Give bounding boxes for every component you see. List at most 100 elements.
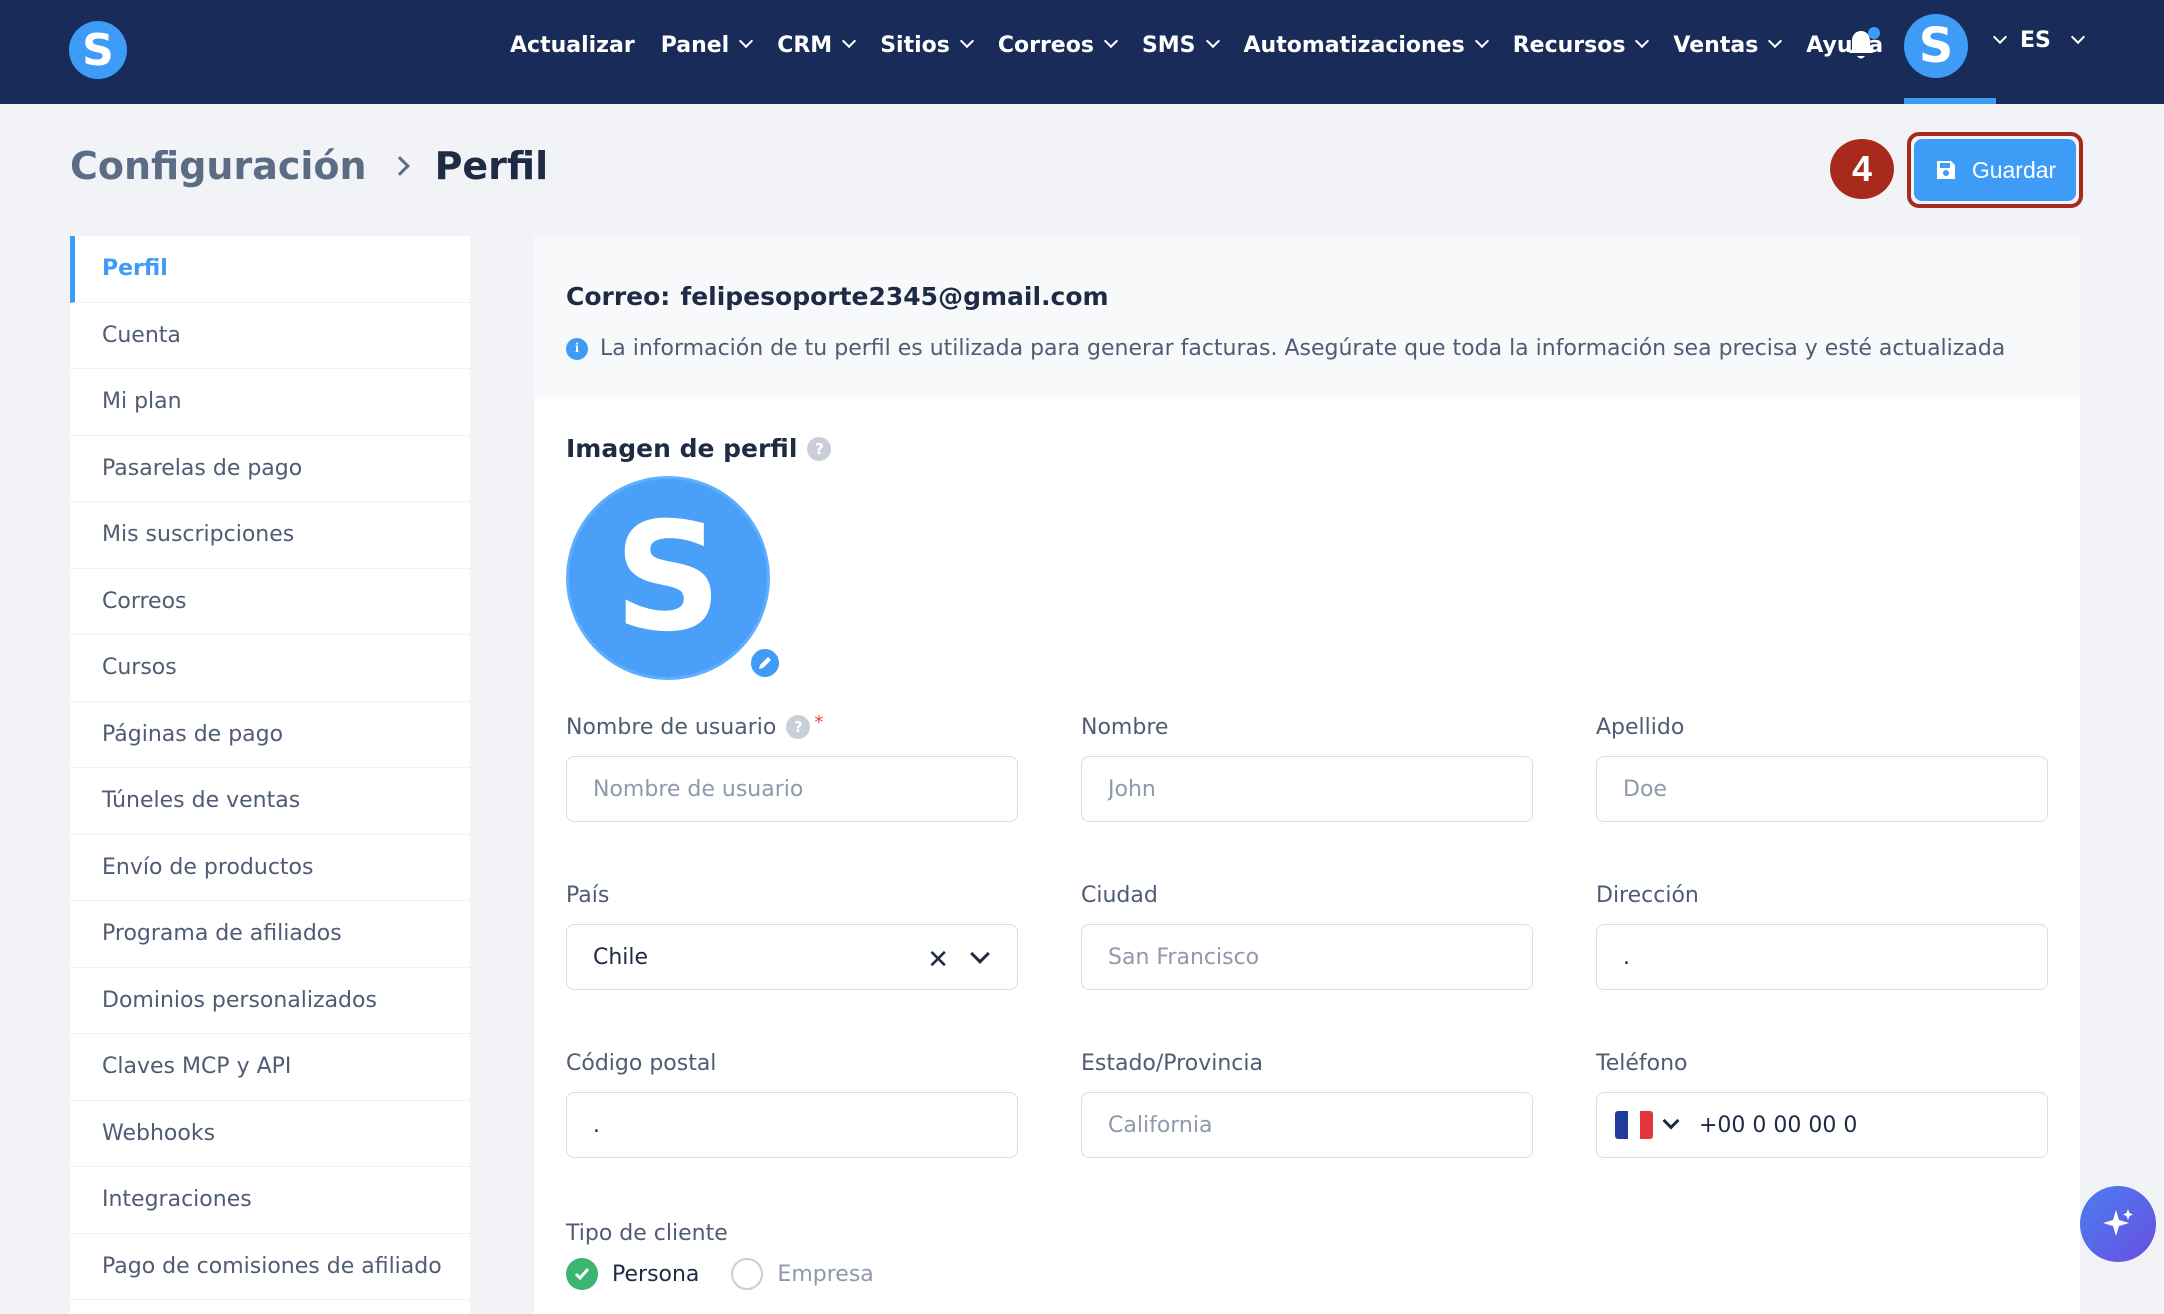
top-navbar: S Actualizar Panel CRM Sitios Correos SM… bbox=[0, 0, 2164, 104]
city-input[interactable] bbox=[1081, 924, 1533, 990]
nav-item-correos[interactable]: Correos bbox=[997, 32, 1119, 58]
chevron-down-icon bbox=[1205, 33, 1220, 49]
step-badge: 4 bbox=[1830, 139, 1894, 199]
email-value: felipesoporte2345@gmail.com bbox=[680, 282, 1109, 311]
nav-item-label: Sitios bbox=[880, 32, 950, 58]
main-nav: Actualizar Panel CRM Sitios Correos SMS … bbox=[510, 0, 1909, 90]
sidebar-item-tuneles-de-ventas[interactable]: Túneles de ventas bbox=[70, 768, 470, 835]
info-text: La información de tu perfil es utilizada… bbox=[600, 336, 2006, 361]
sidebar-item-integraciones[interactable]: Integraciones bbox=[70, 1167, 470, 1234]
app-logo[interactable]: S bbox=[69, 21, 127, 79]
notification-dot bbox=[1868, 27, 1880, 39]
nav-item-label: Ventas bbox=[1673, 32, 1759, 58]
sidebar-item-mi-plan[interactable]: Mi plan bbox=[70, 369, 470, 436]
chevron-down-icon bbox=[959, 33, 974, 49]
nav-item-sitios[interactable]: Sitios bbox=[880, 32, 974, 58]
radio-empresa[interactable]: Empresa bbox=[731, 1258, 874, 1290]
nav-item-label: CRM bbox=[777, 32, 833, 58]
customer-type-options: Persona Empresa bbox=[566, 1258, 906, 1290]
sidebar-item-paginas-de-pago[interactable]: Páginas de pago bbox=[70, 702, 470, 768]
user-avatar[interactable]: S bbox=[1904, 14, 1968, 78]
breadcrumb-parent[interactable]: Configuración bbox=[70, 144, 367, 188]
radio-persona[interactable]: Persona bbox=[566, 1258, 699, 1290]
chevron-down-icon bbox=[1768, 33, 1783, 49]
chevron-down-icon bbox=[842, 33, 857, 49]
username-field-group: Nombre de usuario ? * bbox=[566, 712, 1018, 822]
france-flag-icon[interactable] bbox=[1615, 1111, 1653, 1139]
chevron-down-icon bbox=[1103, 33, 1119, 49]
username-label: Nombre de usuario ? * bbox=[566, 712, 1018, 742]
language-selector[interactable]: ES bbox=[2020, 28, 2085, 53]
first-name-label: Nombre bbox=[1081, 714, 1169, 740]
section-title-text: Imagen de perfil bbox=[566, 434, 798, 463]
info-message: i La información de tu perfil es utiliza… bbox=[566, 336, 2005, 361]
phone-field-group: Teléfono +00 0 00 00 0 bbox=[1596, 1048, 2048, 1158]
sidebar-item-cursos[interactable]: Cursos bbox=[70, 635, 470, 702]
chevron-down-icon[interactable] bbox=[1662, 1112, 1680, 1130]
nav-item-crm[interactable]: CRM bbox=[777, 32, 857, 58]
country-field-group: País Chile ✕ bbox=[566, 880, 1018, 990]
edit-pencil-icon[interactable] bbox=[748, 646, 782, 680]
nav-item-label: SMS bbox=[1141, 32, 1196, 58]
profile-image-title: Imagen de perfil ? bbox=[566, 434, 832, 463]
phone-label: Teléfono bbox=[1596, 1050, 1688, 1076]
email-label: Correo: bbox=[566, 282, 671, 311]
postal-code-field-group: Código postal bbox=[566, 1048, 1018, 1158]
last-name-label: Apellido bbox=[1596, 714, 1685, 740]
sidebar-item-dominios-personalizados[interactable]: Dominios personalizados bbox=[70, 968, 470, 1034]
address-field-group: Dirección bbox=[1596, 880, 2048, 990]
last-name-input[interactable] bbox=[1596, 756, 2048, 822]
address-label: Dirección bbox=[1596, 882, 1699, 908]
postal-code-input[interactable] bbox=[566, 1092, 1018, 1158]
nav-item-label: Correos bbox=[997, 32, 1094, 58]
sidebar-item-pasarelas-de-pago[interactable]: Pasarelas de pago bbox=[70, 436, 470, 502]
clear-icon[interactable]: ✕ bbox=[927, 945, 949, 975]
chevron-down-icon[interactable] bbox=[970, 944, 990, 964]
nav-item-panel[interactable]: Panel bbox=[660, 32, 754, 58]
check-circle-icon bbox=[566, 1258, 598, 1290]
nav-item-ventas[interactable]: Ventas bbox=[1673, 32, 1783, 58]
nav-item-recursos[interactable]: Recursos bbox=[1513, 33, 1650, 58]
check-icon bbox=[574, 1268, 590, 1281]
chevron-down-icon bbox=[1635, 33, 1650, 49]
sidebar-item-claves-mcp-api[interactable]: Claves MCP y API bbox=[70, 1034, 470, 1101]
sidebar-item-perfil[interactable]: Perfil bbox=[70, 236, 470, 303]
ai-assistant-button[interactable] bbox=[2080, 1186, 2156, 1262]
chevron-down-icon bbox=[2070, 29, 2085, 44]
nav-item-label: Automatizaciones bbox=[1243, 32, 1465, 58]
radio-label: Persona bbox=[612, 1261, 700, 1287]
chevron-down-icon[interactable] bbox=[1992, 29, 2008, 45]
sidebar-item-programa-de-afiliados[interactable]: Programa de afiliados bbox=[70, 901, 470, 968]
address-input[interactable] bbox=[1596, 924, 2048, 990]
sidebar-item-pago-comisiones[interactable]: Pago de comisiones de afiliado bbox=[70, 1234, 470, 1300]
save-button[interactable]: Guardar bbox=[1914, 139, 2076, 201]
country-select[interactable]: Chile ✕ bbox=[566, 924, 1018, 990]
nav-item-automatizaciones[interactable]: Automatizaciones bbox=[1243, 32, 1489, 58]
state-input[interactable] bbox=[1081, 1092, 1533, 1158]
sidebar-item-cuenta[interactable]: Cuenta bbox=[70, 303, 470, 369]
nav-item-label: Panel bbox=[660, 32, 730, 58]
language-label: ES bbox=[2020, 28, 2051, 53]
sidebar-item-mis-suscripciones[interactable]: Mis suscripciones bbox=[70, 502, 470, 569]
chevron-down-icon bbox=[739, 33, 754, 49]
last-name-field-group: Apellido bbox=[1596, 712, 2048, 822]
state-label: Estado/Provincia bbox=[1081, 1050, 1263, 1076]
pencil-icon bbox=[759, 657, 771, 669]
city-field-group: Ciudad bbox=[1081, 880, 1533, 990]
sidebar-item-correos[interactable]: Correos bbox=[70, 569, 470, 635]
avatar-active-indicator bbox=[1904, 98, 1996, 104]
sidebar-item-envio-de-productos[interactable]: Envío de productos bbox=[70, 835, 470, 901]
username-input[interactable] bbox=[566, 756, 1018, 822]
sidebar-item-webhooks[interactable]: Webhooks bbox=[70, 1101, 470, 1167]
first-name-input[interactable] bbox=[1081, 756, 1533, 822]
info-icon: i bbox=[566, 337, 588, 360]
email-line: Correo: felipesoporte2345@gmail.com bbox=[566, 282, 1109, 311]
country-label: País bbox=[566, 882, 610, 908]
nav-item-sms[interactable]: SMS bbox=[1141, 32, 1220, 58]
phone-input[interactable]: +00 0 00 00 0 bbox=[1596, 1092, 2048, 1158]
help-icon[interactable]: ? bbox=[786, 715, 811, 739]
profile-image: S bbox=[566, 476, 770, 680]
profile-summary: Correo: felipesoporte2345@gmail.com i La … bbox=[534, 236, 2080, 399]
nav-item-actualizar[interactable]: Actualizar bbox=[510, 33, 635, 58]
help-icon[interactable]: ? bbox=[807, 436, 832, 461]
